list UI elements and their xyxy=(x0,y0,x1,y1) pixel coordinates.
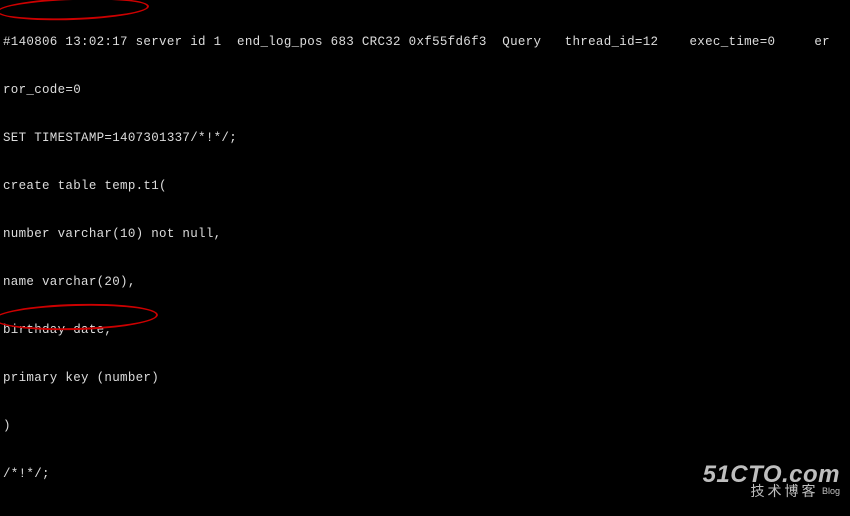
log-line: /*!*/; xyxy=(3,466,847,482)
terminal-output[interactable]: #140806 13:02:17 server id 1 end_log_pos… xyxy=(0,0,850,516)
log-line: #140806 13:02:17 server id 1 end_log_pos… xyxy=(3,34,847,50)
log-line: primary key (number) xyxy=(3,370,847,386)
log-line: number varchar(10) not null, xyxy=(3,226,847,242)
log-line: create table temp.t1( xyxy=(3,178,847,194)
log-line: ror_code=0 xyxy=(3,82,847,98)
log-line: ) xyxy=(3,418,847,434)
log-line: birthday date, xyxy=(3,322,847,338)
annotation-circle-icon xyxy=(0,0,149,23)
log-line: SET TIMESTAMP=1407301337/*!*/; xyxy=(3,130,847,146)
log-line: name varchar(20), xyxy=(3,274,847,290)
